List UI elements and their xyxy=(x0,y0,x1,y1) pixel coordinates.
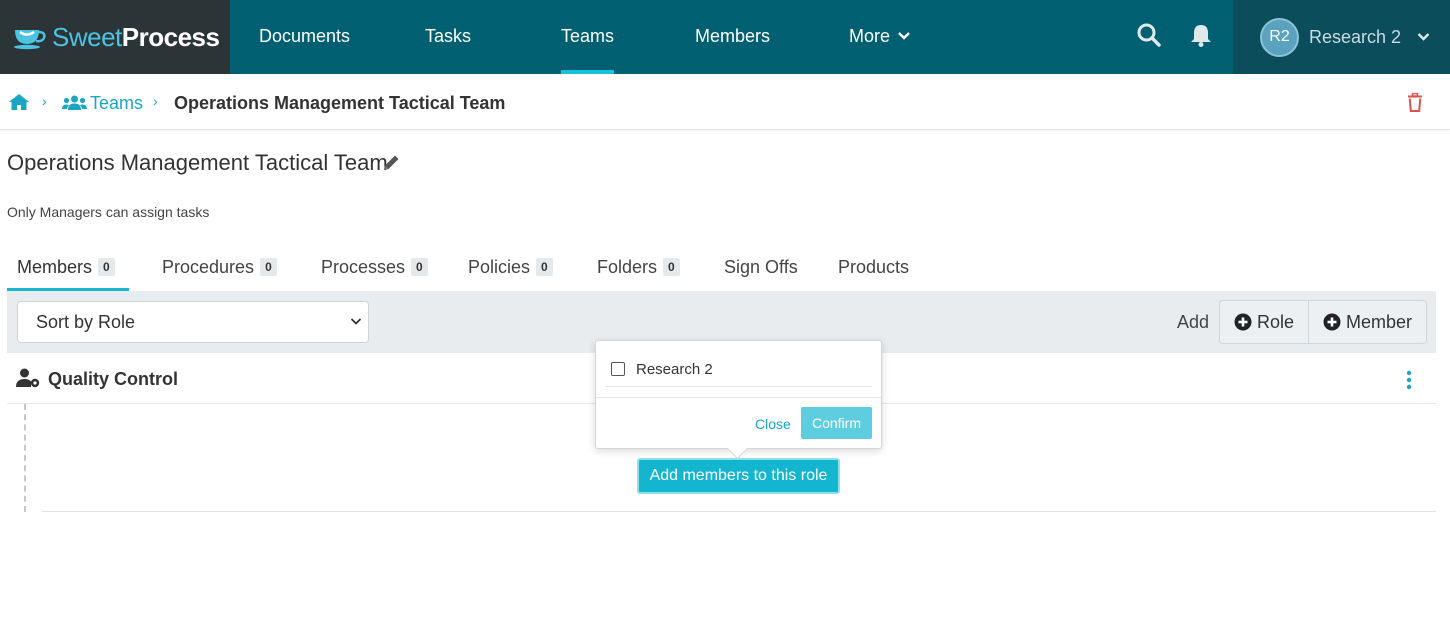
tab-count: 0 xyxy=(260,258,277,276)
pencil-icon[interactable] xyxy=(382,153,401,172)
add-role-label: Role xyxy=(1257,311,1295,332)
kebab-menu-icon[interactable] xyxy=(1405,370,1413,390)
tab-folders[interactable]: Folders 0 xyxy=(597,246,680,291)
tab-count: 0 xyxy=(98,258,115,276)
tab-label: Policies xyxy=(468,257,531,277)
user-cog-icon xyxy=(16,368,40,388)
popover-divider xyxy=(596,397,881,398)
role-tree-line xyxy=(24,404,26,512)
tab-members[interactable]: Members 0 xyxy=(7,246,129,291)
brand-wordmark: SweetProcess xyxy=(52,21,220,52)
add-members-popover: Research 2 Close Confirm xyxy=(595,340,882,449)
role-name: Quality Control xyxy=(48,369,178,389)
add-member-label: Member xyxy=(1346,311,1413,332)
nav-members[interactable]: Members xyxy=(695,0,770,74)
tab-count: 0 xyxy=(536,258,553,276)
sort-select[interactable]: Sort by Role xyxy=(17,301,369,343)
tab-label: Members xyxy=(17,257,93,277)
tab-label: Folders xyxy=(597,257,658,277)
confirm-button[interactable]: Confirm xyxy=(801,407,872,439)
bell-icon[interactable] xyxy=(1188,22,1214,48)
top-navbar: SweetProcess Documents Tasks Teams Membe… xyxy=(0,0,1450,74)
add-label: Add xyxy=(1177,312,1210,332)
users-icon[interactable] xyxy=(62,95,87,111)
member-checkbox[interactable] xyxy=(611,362,625,376)
tab-label: Processes xyxy=(321,257,406,277)
user-name: Research 2 xyxy=(1309,26,1402,47)
breadcrumb-teams-link[interactable]: Teams xyxy=(90,93,143,114)
close-button[interactable]: Close xyxy=(755,416,791,432)
page-subtitle: Only Managers can assign tasks xyxy=(7,204,210,220)
tab-procedures[interactable]: Procedures 0 xyxy=(162,246,277,291)
add-members-to-role-button[interactable]: Add members to this role xyxy=(637,458,840,494)
add-button-group: Role Member xyxy=(1219,300,1428,344)
chevron-right-icon: › xyxy=(153,93,158,109)
user-menu[interactable]: R2 Research 2 xyxy=(1233,0,1450,74)
role-divider xyxy=(42,511,1436,512)
tab-count: 0 xyxy=(663,258,680,276)
tab-count: 0 xyxy=(411,258,428,276)
page-title: Operations Management Tactical Team xyxy=(7,150,388,175)
home-icon[interactable] xyxy=(8,93,30,111)
add-role-button[interactable]: Role xyxy=(1220,301,1309,343)
plus-circle-icon xyxy=(1234,313,1252,331)
nav-more-label: More xyxy=(849,26,891,46)
chevron-down-icon xyxy=(1417,33,1430,41)
tab-products[interactable]: Products xyxy=(838,246,909,291)
brand-logo[interactable]: SweetProcess xyxy=(0,0,230,74)
nav-tasks[interactable]: Tasks xyxy=(425,0,471,74)
chevron-right-icon: › xyxy=(42,93,47,109)
member-option-label: Research 2 xyxy=(636,361,713,378)
breadcrumb: › Teams › Operations Management Tactical… xyxy=(0,74,1450,130)
tab-bar: Members 0 Procedures 0 Processes 0 Policies… xyxy=(7,246,1436,291)
nav-more[interactable]: More xyxy=(849,0,910,74)
member-option[interactable]: Research 2 xyxy=(605,353,872,387)
sort-select-value: Sort by Role xyxy=(36,312,136,332)
nav-teams[interactable]: Teams xyxy=(561,0,615,74)
add-member-button[interactable]: Member xyxy=(1308,301,1427,343)
tab-processes[interactable]: Processes 0 xyxy=(321,246,428,291)
tab-sign-offs[interactable]: Sign Offs xyxy=(724,246,798,291)
search-icon[interactable] xyxy=(1136,22,1162,48)
nav-documents[interactable]: Documents xyxy=(259,0,350,74)
trash-icon[interactable] xyxy=(1407,93,1423,112)
tab-policies[interactable]: Policies 0 xyxy=(468,246,553,291)
avatar: R2 xyxy=(1260,17,1299,57)
breadcrumb-current: Operations Management Tactical Team xyxy=(174,93,506,113)
tab-label: Products xyxy=(838,257,910,277)
plus-circle-icon xyxy=(1323,313,1341,331)
chevron-down-icon xyxy=(350,318,362,325)
tab-label: Procedures xyxy=(162,257,255,277)
chevron-down-icon xyxy=(898,32,910,40)
teacup-logo-icon xyxy=(14,30,46,50)
tab-label: Sign Offs xyxy=(724,257,798,277)
